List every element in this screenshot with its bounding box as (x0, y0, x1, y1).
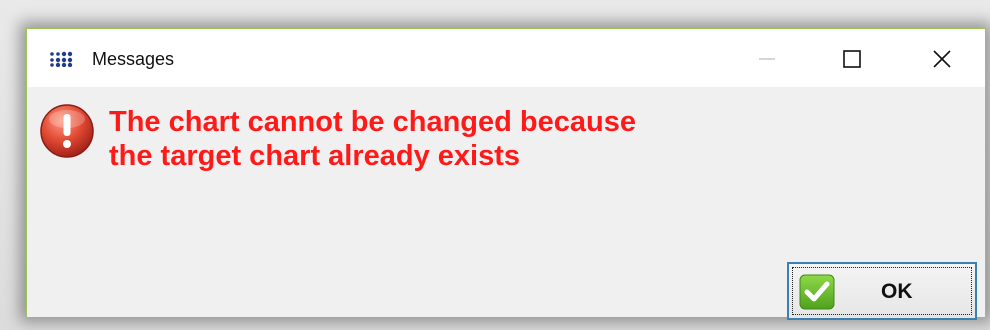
app-dots-icon (50, 51, 73, 67)
title-bar[interactable]: Messages (27, 29, 985, 87)
close-icon (933, 50, 951, 68)
maximize-button[interactable] (822, 39, 882, 79)
error-icon (40, 104, 94, 158)
ok-button[interactable]: OK (787, 262, 977, 320)
maximize-icon (843, 50, 861, 68)
window-title: Messages (92, 49, 175, 69)
dialog-body: The chart cannot be changed because the … (27, 87, 985, 320)
close-button[interactable] (912, 39, 972, 79)
checkmark-icon (799, 274, 835, 310)
error-message: The chart cannot be changed because the … (109, 106, 636, 172)
minimize-button[interactable] (737, 39, 797, 79)
message-dialog: Messages The chart cannot be changed bec… (26, 28, 986, 320)
ok-button-label: OK (881, 280, 913, 303)
minimize-icon (759, 58, 775, 60)
